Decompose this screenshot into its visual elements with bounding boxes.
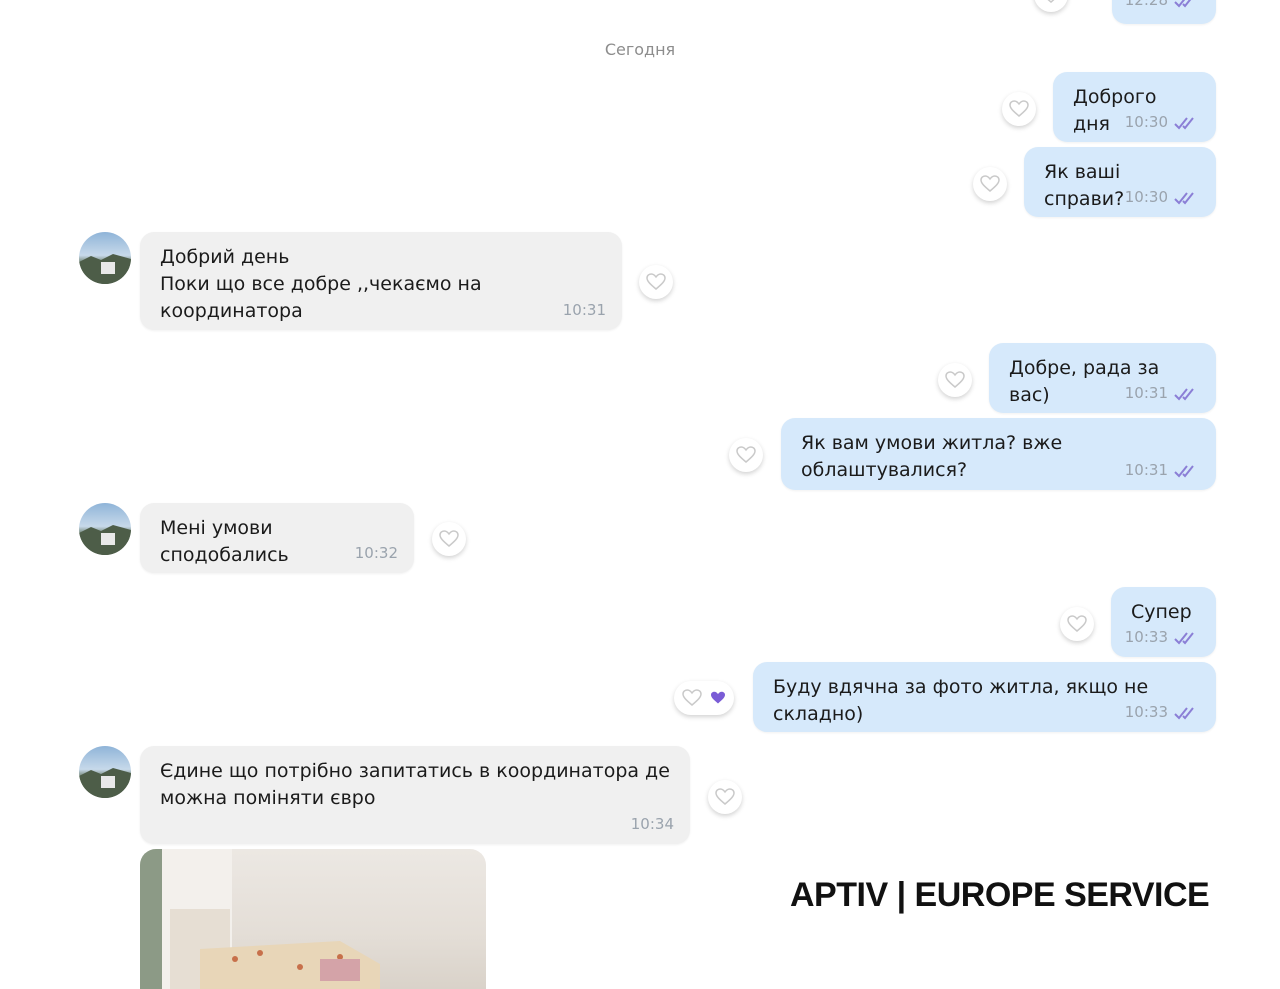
double-check-icon [1174, 191, 1194, 204]
message-meta: 10:33 [1125, 624, 1200, 651]
message-bubble-incoming[interactable]: Єдине що потрібно запитатись в координат… [140, 746, 690, 844]
heart-outline-icon [1047, 0, 1055, 3]
double-check-icon [1174, 116, 1194, 129]
message-meta: 10:31 [563, 297, 606, 324]
partial-message-bubble: 12:28 [1112, 0, 1216, 24]
message-bubble-incoming[interactable]: Мені умови сподобались 10:32 [140, 503, 414, 573]
heart-outline-icon [682, 689, 702, 706]
heart-outline-icon [945, 371, 965, 388]
message-text: Супер [1131, 601, 1192, 623]
message-time: 10:31 [562, 301, 606, 319]
avatar-photo [79, 525, 131, 555]
message-bubble-outgoing[interactable]: Як ваші справи? 10:30 [1024, 147, 1216, 217]
date-separator: Сегодня [604, 40, 676, 59]
double-check-icon [1174, 0, 1191, 7]
message-meta: 10:31 [1125, 457, 1200, 484]
message-meta: 12:28 [1125, 0, 1200, 14]
sender-avatar[interactable] [79, 503, 131, 555]
double-check-icon [1174, 706, 1194, 719]
message-time: 10:30 [1124, 188, 1168, 206]
avatar-photo [79, 254, 131, 284]
double-check-icon [1174, 387, 1194, 400]
like-button[interactable] [938, 363, 972, 397]
message-time: 10:30 [1124, 113, 1168, 131]
sender-avatar[interactable] [79, 746, 131, 798]
message-time: 12:28 [1124, 0, 1168, 9]
sender-avatar[interactable] [79, 232, 131, 284]
heart-outline-icon [1009, 100, 1029, 117]
message-bubble-outgoing[interactable]: Супер 10:33 [1111, 587, 1216, 657]
message-bubble-outgoing[interactable]: Буду вдячна за фото житла, якщо не склад… [753, 662, 1216, 732]
heart-outline-icon [1067, 615, 1087, 632]
message-text: Єдине що потрібно запитатись в координат… [160, 760, 670, 809]
message-meta: 10:30 [1125, 184, 1200, 211]
message-bubble-outgoing[interactable]: Добре, рада за вас) 10:31 [989, 343, 1216, 413]
watermark-brand: APTIV | EUROPE SERVICE [790, 876, 1210, 914]
avatar-photo [79, 768, 131, 798]
like-button[interactable] [708, 780, 742, 814]
like-button[interactable] [1034, 0, 1068, 12]
room-photo [140, 849, 380, 989]
message-meta: 10:31 [1125, 380, 1200, 407]
purple-heart-icon [711, 691, 725, 704]
message-time: 10:31 [1124, 384, 1168, 402]
heart-outline-icon [439, 530, 459, 547]
message-time: 10:31 [1124, 461, 1168, 479]
message-meta: 10:32 [355, 540, 398, 567]
photo-message[interactable] [140, 849, 486, 989]
double-check-icon [1174, 631, 1194, 644]
double-check-icon [1174, 464, 1194, 477]
heart-outline-icon [736, 446, 756, 463]
message-bubble-incoming[interactable]: Добрий день Поки що все добре ,,чекаємо … [140, 232, 622, 330]
like-button[interactable] [432, 522, 466, 556]
message-bubble-outgoing[interactable]: Як вам умови житла? вже облаштувалися? 1… [781, 418, 1216, 490]
like-button[interactable] [729, 438, 763, 472]
message-time: 10:33 [1124, 628, 1168, 646]
message-bubble-outgoing[interactable]: Доброго дня 10:30 [1053, 72, 1216, 142]
message-meta: 10:30 [1125, 109, 1200, 136]
heart-outline-icon [980, 175, 1000, 192]
like-button[interactable] [674, 681, 734, 715]
heart-outline-icon [646, 273, 666, 290]
message-text: Добрий день Поки що все добре ,,чекаємо … [160, 246, 482, 322]
heart-outline-icon [715, 788, 735, 805]
like-button[interactable] [1060, 607, 1094, 641]
like-button[interactable] [1002, 92, 1036, 126]
message-time: 10:34 [630, 815, 674, 833]
like-button[interactable] [973, 167, 1007, 201]
message-meta: 10:34 [631, 811, 674, 838]
message-meta: 10:33 [1125, 699, 1200, 726]
message-time: 10:32 [354, 544, 398, 562]
message-time: 10:33 [1124, 703, 1168, 721]
like-button[interactable] [639, 265, 673, 299]
